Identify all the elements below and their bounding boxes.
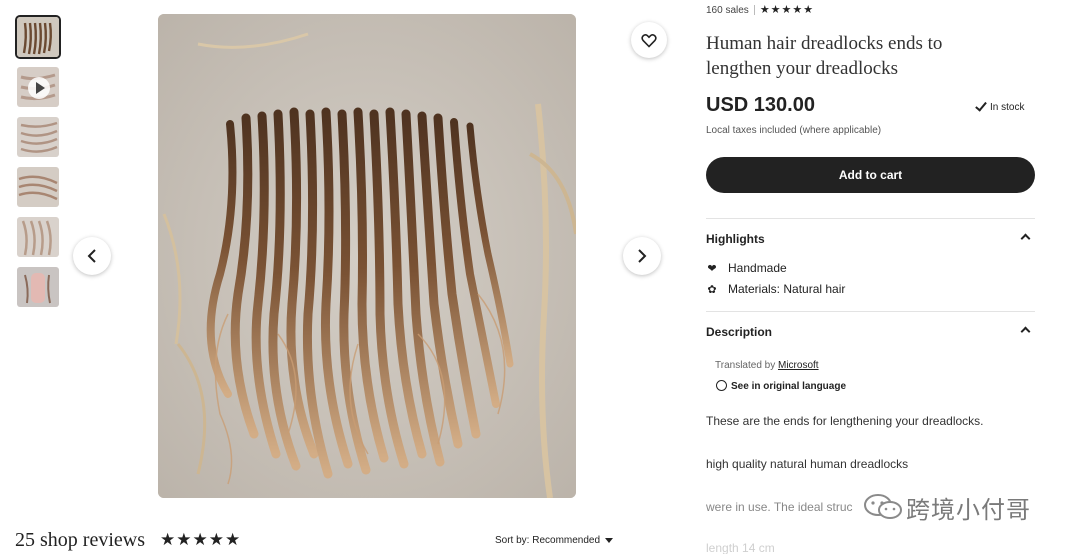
section-divider <box>706 218 1035 219</box>
section-divider <box>706 311 1035 312</box>
thumbnail-strip <box>15 15 61 315</box>
highlight-handmade: ❤ Handmade <box>706 261 787 275</box>
main-product-image <box>158 14 576 498</box>
see-original-label: See in original language <box>731 381 847 392</box>
shop-reviews-title: 25 shop reviews <box>15 529 145 551</box>
divider <box>753 5 755 16</box>
chevron-up-icon <box>1020 233 1031 244</box>
highlights-toggle[interactable]: Highlights <box>706 232 1035 246</box>
stock-label: In stock <box>990 102 1025 113</box>
check-icon <box>975 99 987 112</box>
sort-label: Sort by: Recommended <box>495 535 601 546</box>
handmade-icon: ❤ <box>707 263 717 275</box>
wechat-icon <box>864 494 902 519</box>
watermark-text: 跨境小付哥 <box>906 496 1031 524</box>
thumbnail-1[interactable] <box>15 15 61 59</box>
thumbnail-6[interactable] <box>15 265 61 309</box>
thumbnail-5-image <box>17 217 59 257</box>
play-icon <box>28 77 50 99</box>
stock-status: In stock <box>975 99 1025 113</box>
description-heading: Description <box>706 325 773 339</box>
description-paragraph: These are the ends for lengthening your … <box>706 414 984 428</box>
sales-count: 160 sales <box>706 5 749 16</box>
tax-note: Local taxes included (where applicable) <box>706 125 882 136</box>
watermark: 跨境小付哥 <box>862 490 1050 524</box>
sales-rating-row: 160 sales ★★★★★ <box>706 3 814 16</box>
highlight-label: Materials: Natural hair <box>728 282 846 296</box>
thumbnail-2-video[interactable] <box>15 65 61 109</box>
translated-prefix: Translated by <box>715 360 778 371</box>
translator-link[interactable]: Microsoft <box>778 360 819 371</box>
thumbnail-3[interactable] <box>15 115 61 159</box>
thumbnail-3-image <box>17 117 59 157</box>
sort-reviews-dropdown[interactable]: Sort by: Recommended <box>495 535 614 546</box>
highlight-label: Handmade <box>728 261 787 275</box>
highlight-materials: ✿ Materials: Natural hair <box>706 282 845 296</box>
previous-image-button[interactable] <box>73 237 111 275</box>
materials-icon: ✿ <box>707 284 717 296</box>
thumbnail-4-image <box>17 167 59 207</box>
dreadlocks-photo <box>158 14 576 498</box>
favorite-button[interactable] <box>631 22 667 58</box>
description-paragraph: were in use. The ideal struc <box>706 500 853 514</box>
thumbnail-4[interactable] <box>15 165 61 209</box>
listing-title: Human hair dreadlocks ends to lengthen y… <box>706 33 943 79</box>
description-paragraph: length 14 cm <box>706 541 775 554</box>
thumbnail-6-image <box>17 267 59 307</box>
description-toggle[interactable]: Description <box>706 325 1035 339</box>
highlights-heading: Highlights <box>706 232 765 246</box>
thumbnail-5[interactable] <box>15 215 61 259</box>
price: USD 130.00 <box>706 94 815 116</box>
shop-rating-stars: ★★★★★ <box>160 530 242 549</box>
see-original-language-button[interactable]: See in original language <box>716 380 846 392</box>
next-image-button[interactable] <box>623 237 661 275</box>
thumbnail-1-image <box>17 17 59 57</box>
translation-note: Translated by Microsoft <box>715 360 819 371</box>
heart-icon <box>641 33 657 48</box>
add-to-cart-button[interactable]: Add to cart <box>706 157 1035 193</box>
chevron-left-icon <box>87 249 96 263</box>
caret-down-icon <box>605 537 614 543</box>
globe-icon <box>716 380 727 391</box>
chevron-right-icon <box>638 249 647 263</box>
rating-stars[interactable]: ★★★★★ <box>760 4 814 16</box>
description-paragraph: high quality natural human dreadlocks <box>706 457 909 471</box>
chevron-up-icon <box>1020 326 1031 337</box>
